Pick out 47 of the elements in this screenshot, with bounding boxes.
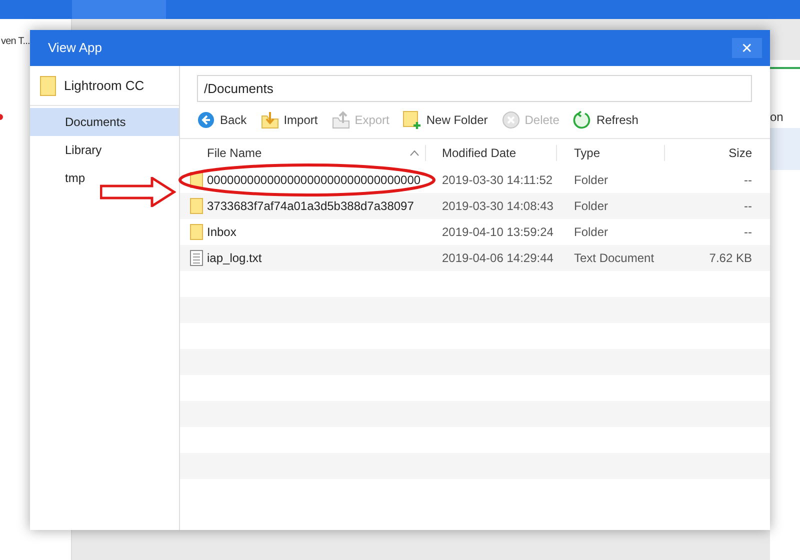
table-row[interactable]: 3733683f7af74a01a3d5b388d7a38097 2019-03-30 14:08:43 Folder -- [180, 193, 770, 219]
table-cell-text: 7.62 KB [709, 250, 752, 267]
selected-row [770, 128, 800, 170]
table-cell-text: Folder [574, 172, 608, 189]
toolbar-button[interactable]: Refresh [573, 111, 638, 129]
table-cell-text: Folder [574, 198, 608, 215]
toolbar-button[interactable]: New Folder [403, 111, 488, 129]
window-title: View App [48, 39, 102, 58]
column-header[interactable]: Size [728, 144, 752, 162]
list-item-text: ven T... [1, 35, 30, 49]
table-cell-text: 2019-03-30 14:11:52 [442, 172, 553, 189]
column-header: on [770, 109, 784, 126]
table-cell-text: -- [744, 224, 752, 241]
refresh-icon [573, 111, 592, 129]
delete-icon [502, 111, 520, 129]
table-cell-text: 3733683f7af74a01a3d5b388d7a38097 [207, 198, 414, 215]
progress-line [770, 67, 800, 69]
import-icon [260, 111, 279, 129]
text-file-icon [190, 250, 203, 266]
table-cell-text: 2019-04-10 13:59:24 [442, 224, 554, 241]
column-header[interactable]: Modified Date [442, 144, 516, 162]
table-row[interactable]: iap_log.txt 2019-04-06 14:29:44 Text Document 7.62 KB [180, 245, 770, 271]
sidebar-item[interactable]: Documents [30, 108, 179, 136]
new-folder-icon [403, 111, 422, 129]
table-cell-text: 00000000000000000000000000000000 [207, 172, 421, 189]
folder-icon [190, 198, 203, 214]
back-icon [197, 111, 215, 129]
toolbar-button[interactable]: Import [260, 111, 318, 129]
table-cell-text: Inbox [207, 224, 236, 241]
header-tab[interactable] [72, 0, 166, 19]
table-cell-text: 2019-04-06 14:29:44 [442, 250, 554, 267]
table-cell-text: 2019-03-30 14:08:43 [442, 198, 554, 215]
folder-icon [190, 224, 203, 240]
table-cell-text: -- [744, 172, 752, 189]
table-cell-text: Text Document [574, 250, 654, 267]
column-header[interactable]: Type [574, 144, 600, 162]
path-field[interactable]: /Documents [197, 75, 752, 102]
table-cell-text: iap_log.txt [207, 250, 262, 267]
sort-up-icon [410, 150, 419, 156]
close-button[interactable]: ✕ [732, 38, 762, 58]
export-icon [332, 111, 350, 129]
toolbar-button[interactable]: Back [197, 111, 247, 129]
table-cell-text: -- [744, 198, 752, 215]
app-name: Lightroom CC [64, 76, 144, 95]
folder-icon [40, 76, 56, 96]
column-header[interactable]: File Name [207, 144, 262, 162]
table-cell-text: Folder [574, 224, 608, 241]
